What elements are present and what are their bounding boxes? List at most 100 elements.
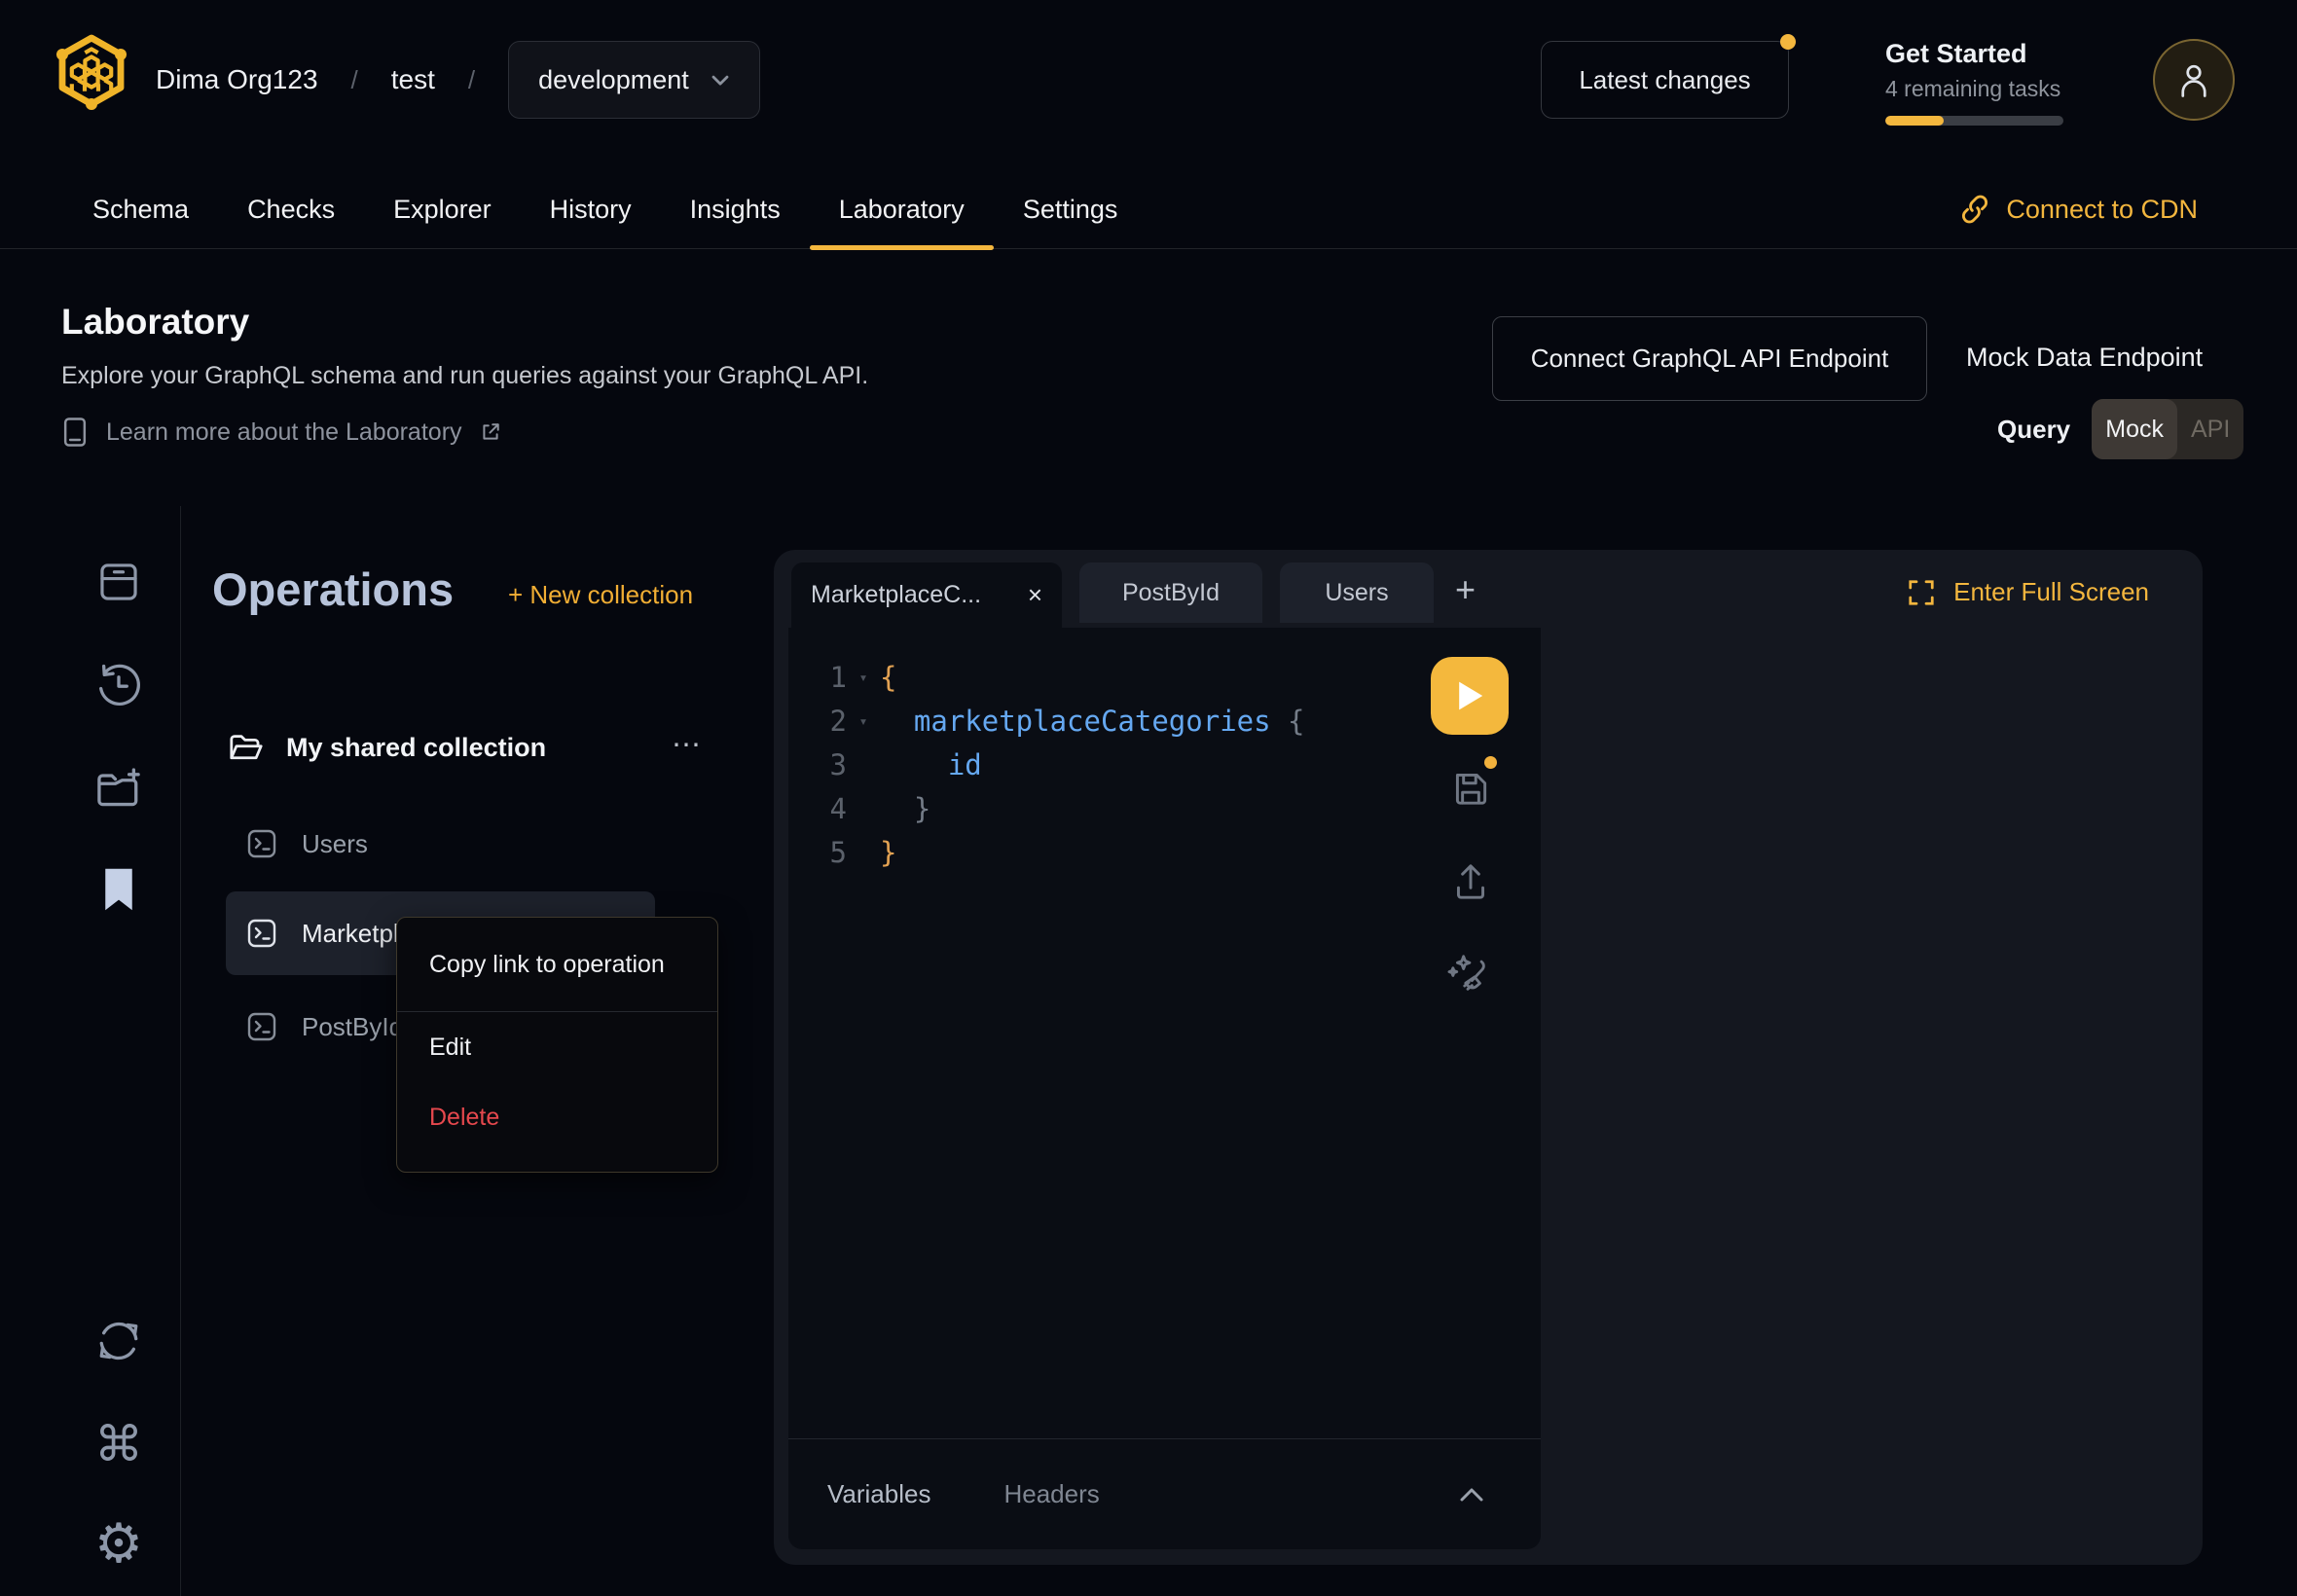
- run-query-button[interactable]: [1431, 657, 1509, 735]
- operations-title: Operations: [212, 562, 454, 616]
- tab-checks[interactable]: Checks: [218, 170, 364, 248]
- breadcrumb-org[interactable]: Dima Org123: [156, 64, 318, 95]
- operation-name: Users: [302, 829, 368, 859]
- share-operation-button[interactable]: [1448, 859, 1493, 904]
- breadcrumb: Dima Org123 / test / development: [156, 37, 760, 123]
- code-token: marketplaceCategories: [880, 705, 1288, 738]
- sync-icon[interactable]: [91, 1314, 146, 1368]
- chevron-down-icon: [707, 66, 734, 93]
- link-icon: [1959, 194, 1990, 225]
- tab-laboratory[interactable]: Laboratory: [810, 170, 994, 248]
- rail-divider: [180, 506, 181, 1596]
- operation-icon: [245, 917, 278, 950]
- add-tab-button[interactable]: +: [1455, 569, 1476, 610]
- collection-header[interactable]: My shared collection: [212, 716, 718, 779]
- editor-tab-users[interactable]: Users: [1280, 562, 1434, 623]
- laboratory-page: Dima Org123 / test / development Latest …: [0, 0, 2297, 1596]
- external-link-icon: [480, 421, 501, 443]
- connect-to-cdn-link[interactable]: Connect to CDN: [1959, 170, 2198, 248]
- play-icon: [1453, 678, 1486, 713]
- get-started-progress-fill: [1885, 116, 1944, 126]
- notification-dot: [1780, 34, 1796, 50]
- learn-more-label: Learn more about the Laboratory: [106, 418, 462, 447]
- new-folder-icon[interactable]: [91, 761, 146, 816]
- fold-marker-icon[interactable]: ▾: [847, 669, 880, 686]
- code-line: 1▾{: [788, 655, 1305, 699]
- line-number: 2: [788, 705, 847, 738]
- connect-to-cdn-label: Connect to CDN: [2006, 195, 2198, 225]
- hive-logo-icon[interactable]: [55, 33, 128, 115]
- menu-item-edit[interactable]: Edit: [397, 1012, 717, 1082]
- operation-context-menu: Copy link to operation Edit Delete: [396, 917, 718, 1173]
- code-line: 4 }: [788, 786, 1305, 830]
- query-mode-toggle: Mock API: [2092, 399, 2243, 459]
- operation-name: PostById: [302, 1012, 403, 1042]
- toggle-option-mock[interactable]: Mock: [2092, 399, 2177, 459]
- variables-tab[interactable]: Variables: [827, 1479, 930, 1509]
- line-number: 5: [788, 836, 847, 869]
- code-token: {: [1288, 705, 1304, 738]
- command-icon[interactable]: ⌘: [91, 1417, 146, 1471]
- headers-tab[interactable]: Headers: [1003, 1479, 1099, 1509]
- get-started-widget[interactable]: Get Started 4 remaining tasks: [1885, 39, 2070, 126]
- line-number: 1: [788, 661, 847, 694]
- breadcrumb-project[interactable]: test: [391, 64, 435, 95]
- enter-fullscreen-label: Enter Full Screen: [1953, 577, 2149, 607]
- editor-tab-marketplacecategories[interactable]: MarketplaceC... ×: [791, 562, 1062, 628]
- operation-icon: [245, 827, 278, 860]
- close-tab-icon[interactable]: ×: [1028, 580, 1042, 610]
- settings-gear-icon[interactable]: ⚙: [91, 1516, 146, 1571]
- code-line: 5}: [788, 830, 1305, 874]
- fullscreen-icon: [1907, 578, 1936, 607]
- operation-icon: [245, 1010, 278, 1043]
- latest-changes-label: Latest changes: [1579, 65, 1750, 94]
- query-editor[interactable]: 1▾{ 2▾ marketplaceCategories { 3 id 4 } …: [788, 628, 1541, 1549]
- fold-marker-icon[interactable]: ▾: [847, 712, 880, 730]
- collection-menu-button[interactable]: ⋯: [672, 728, 703, 762]
- collapse-panel-icon[interactable]: [1457, 1485, 1486, 1505]
- code-token: }: [880, 792, 930, 825]
- code-token: id: [880, 748, 982, 781]
- toggle-option-api[interactable]: API: [2177, 399, 2243, 459]
- code-token: {: [880, 661, 896, 694]
- collection-name: My shared collection: [286, 733, 546, 763]
- main-nav: Schema Checks Explorer History Insights …: [0, 170, 2297, 249]
- prettify-button[interactable]: [1442, 947, 1493, 998]
- tab-settings[interactable]: Settings: [994, 170, 1148, 248]
- page-title: Laboratory: [61, 302, 249, 343]
- tab-explorer[interactable]: Explorer: [364, 170, 521, 248]
- learn-more-link[interactable]: Learn more about the Laboratory: [61, 417, 501, 448]
- user-avatar[interactable]: [2153, 39, 2235, 121]
- tab-insights[interactable]: Insights: [661, 170, 810, 248]
- laboratory-editor-panel: MarketplaceC... × PostById Users + Enter…: [774, 550, 2203, 1565]
- line-number: 3: [788, 748, 847, 781]
- history-icon[interactable]: [91, 658, 146, 712]
- tab-history[interactable]: History: [521, 170, 661, 248]
- new-collection-link[interactable]: + New collection: [508, 580, 693, 610]
- collections-icon[interactable]: [91, 555, 146, 609]
- unsaved-changes-dot: [1484, 756, 1497, 769]
- book-icon: [61, 417, 89, 448]
- operation-item-users[interactable]: Users: [226, 812, 655, 876]
- enter-fullscreen-link[interactable]: Enter Full Screen: [1907, 577, 2149, 607]
- editor-tab-label: MarketplaceC...: [811, 581, 981, 609]
- mock-data-endpoint-button[interactable]: Mock Data Endpoint: [1966, 343, 2203, 373]
- top-header: Dima Org123 / test / development Latest …: [0, 0, 2297, 170]
- code-area[interactable]: 1▾{ 2▾ marketplaceCategories { 3 id 4 } …: [788, 655, 1305, 874]
- bookmark-icon[interactable]: [91, 862, 146, 917]
- environment-selector[interactable]: development: [508, 41, 760, 119]
- tab-schema[interactable]: Schema: [63, 170, 218, 248]
- editor-tab-postbyid[interactable]: PostById: [1079, 562, 1262, 623]
- connect-graphql-endpoint-button[interactable]: Connect GraphQL API Endpoint: [1492, 316, 1927, 401]
- code-line: 2▾ marketplaceCategories {: [788, 699, 1305, 743]
- person-icon: [2176, 60, 2211, 99]
- query-label: Query: [1997, 415, 2070, 445]
- save-operation-button[interactable]: [1448, 766, 1493, 811]
- menu-item-copy-link[interactable]: Copy link to operation: [397, 918, 717, 1011]
- get-started-progressbar: [1885, 116, 2063, 126]
- latest-changes-button[interactable]: Latest changes: [1541, 41, 1789, 119]
- code-token: }: [880, 836, 896, 869]
- breadcrumb-separator: /: [351, 65, 358, 95]
- menu-item-delete[interactable]: Delete: [397, 1082, 717, 1152]
- query-mode-row: Query Mock API: [1997, 399, 2243, 459]
